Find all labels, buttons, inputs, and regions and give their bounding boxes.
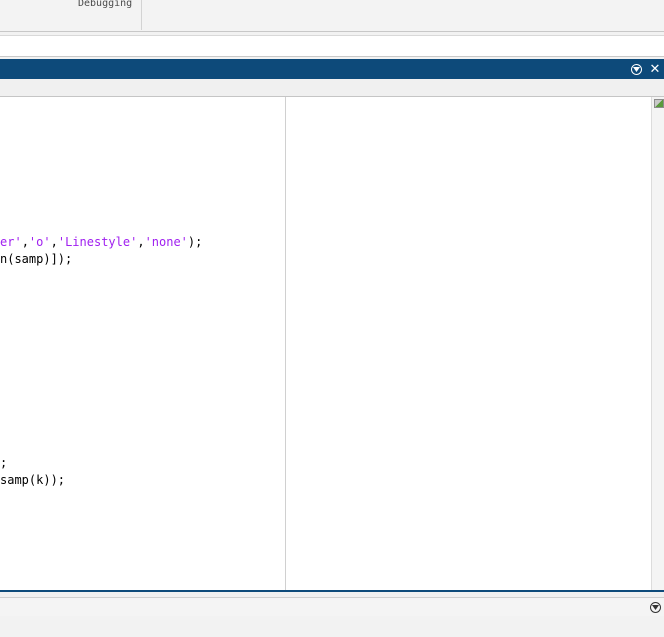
toolstrip-section-debugging-label: Debugging — [78, 0, 133, 9]
code-editor[interactable]: er','o','Linestyle','none'); n(samp)]);; s… — [0, 97, 651, 590]
vertical-scrollbar[interactable] — [651, 97, 664, 590]
split-pane-divider[interactable] — [285, 97, 286, 590]
editor-titlebar: ✕ — [0, 59, 664, 79]
code-line: n(samp)]); — [0, 252, 72, 267]
code-token: , — [137, 235, 145, 249]
string-literal: 'o' — [28, 235, 51, 249]
code-token: ; — [0, 456, 8, 470]
circle-down-arrow-icon — [630, 63, 642, 75]
code-token: , — [50, 235, 58, 249]
code-token: n(samp)]); — [0, 252, 73, 266]
editor-actions-button[interactable] — [628, 61, 644, 77]
code-analyzer-status-icon[interactable] — [654, 99, 664, 108]
string-literal: 'Linestyle' — [57, 235, 138, 249]
toolstrip-divider — [141, 0, 142, 30]
code-line: samp(k)); — [0, 473, 65, 488]
code-token: samp(k)); — [0, 473, 66, 487]
footer-area — [0, 616, 664, 637]
editor-close-button[interactable]: ✕ — [647, 61, 663, 77]
string-literal: er' — [0, 235, 22, 249]
circle-down-arrow-icon — [649, 601, 661, 613]
close-icon: ✕ — [649, 61, 661, 77]
command-window-titlebar — [0, 597, 664, 617]
code-token: , — [21, 235, 29, 249]
editor-tab-strip — [0, 79, 664, 97]
code-line: ; — [0, 456, 7, 471]
code-token: ); — [187, 235, 203, 249]
matlab-window: Debugging ✕ er','o','Linestyle','none');… — [0, 0, 664, 637]
command-window-actions-button[interactable] — [648, 600, 662, 614]
code-line: er','o','Linestyle','none'); — [0, 235, 202, 250]
string-literal: 'none' — [144, 235, 188, 249]
toolstrip: Debugging — [0, 0, 664, 32]
current-folder-bar[interactable] — [0, 35, 664, 57]
